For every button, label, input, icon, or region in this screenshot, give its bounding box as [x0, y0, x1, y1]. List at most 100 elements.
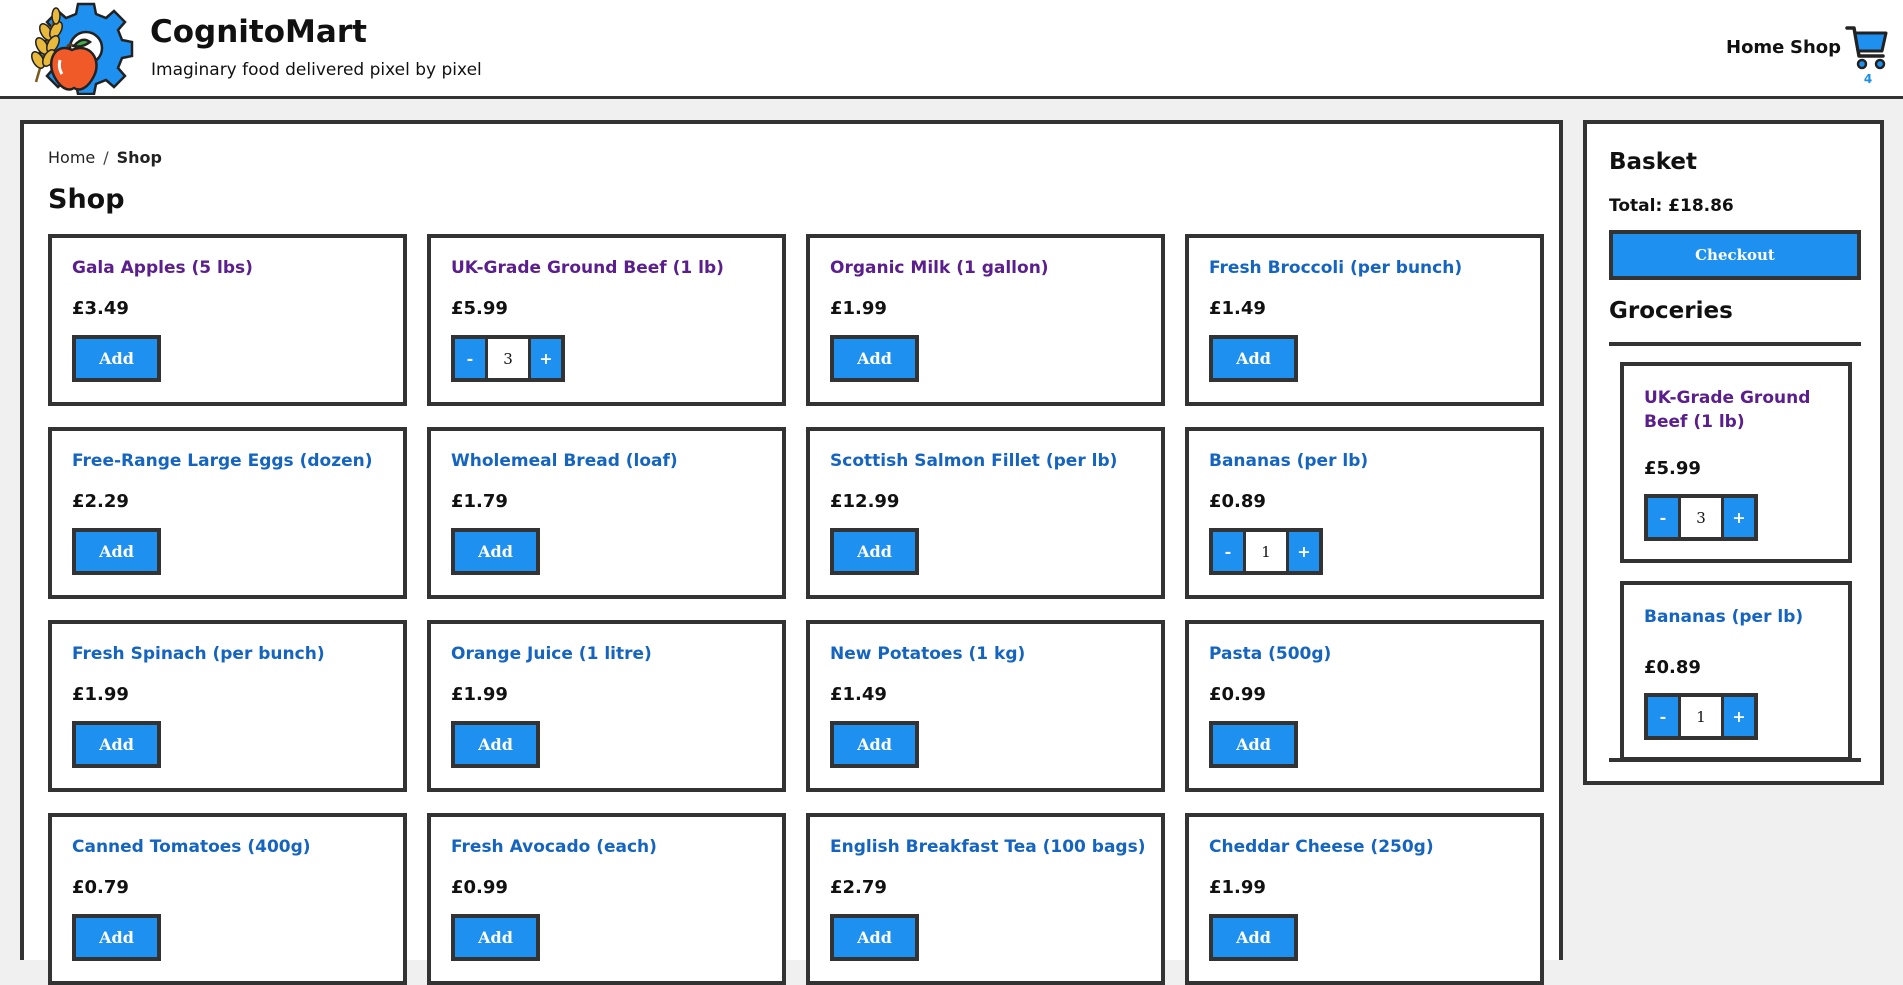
quantity-stepper: -3 +	[451, 335, 565, 382]
product-name-link[interactable]: English Breakfast Tea (100 bags)	[830, 837, 1146, 857]
breadcrumb: Home / Shop	[48, 148, 162, 167]
cart-count-badge: 4	[1863, 72, 1873, 86]
add-to-basket-button[interactable]: Add	[1209, 335, 1298, 382]
product-name-link[interactable]: Orange Juice (1 litre)	[451, 644, 652, 664]
product-card: New Potatoes (1 kg) £1.49 Add	[806, 620, 1165, 792]
add-to-basket-button[interactable]: Add	[72, 528, 161, 575]
product-price: £0.99	[1209, 684, 1266, 705]
quantity-stepper: -3 +	[1644, 494, 1758, 541]
product-name-link[interactable]: Canned Tomatoes (400g)	[72, 837, 311, 857]
product-card: Wholemeal Bread (loaf) £1.79 Add	[427, 427, 786, 599]
cart-icon[interactable]	[1845, 24, 1889, 70]
product-name-link[interactable]: Fresh Spinach (per bunch)	[72, 644, 325, 664]
product-name-link[interactable]: Gala Apples (5 lbs)	[72, 258, 253, 278]
product-name-link[interactable]: Fresh Avocado (each)	[451, 837, 657, 857]
product-card: Pasta (500g) £0.99 Add	[1185, 620, 1544, 792]
product-price: £1.49	[830, 684, 887, 705]
product-price: £3.49	[72, 298, 129, 319]
product-name-link[interactable]: Bananas (per lb)	[1209, 451, 1368, 471]
basket-title: Basket	[1609, 149, 1698, 175]
add-to-basket-button[interactable]: Add	[451, 914, 540, 961]
quantity-stepper: -1 +	[1209, 528, 1323, 575]
add-to-basket-button[interactable]: Add	[72, 335, 161, 382]
product-price: £1.99	[1209, 877, 1266, 898]
breadcrumb-current: Shop	[116, 148, 162, 167]
brand-title[interactable]: CognitoMart	[150, 14, 367, 50]
product-price: £1.99	[830, 298, 887, 319]
product-card: Bananas (per lb) £0.89 -1 +	[1185, 427, 1544, 599]
product-price: £1.99	[72, 684, 129, 705]
product-price: £12.99	[830, 491, 900, 512]
decrement-button[interactable]: -	[455, 339, 485, 378]
page-title: Shop	[48, 184, 125, 215]
product-name-link[interactable]: UK-Grade Ground Beef (1 lb)	[451, 258, 724, 278]
groceries-title: Groceries	[1609, 298, 1733, 324]
product-grid: Gala Apples (5 lbs) £3.49 Add UK-Grade Grou…	[48, 234, 1544, 985]
basket-item-name-link[interactable]: UK-Grade Ground Beef (1 lb)	[1644, 386, 1834, 434]
breadcrumb-separator: /	[103, 148, 109, 167]
product-name-link[interactable]: Fresh Broccoli (per bunch)	[1209, 258, 1462, 278]
basket-item-name-link[interactable]: Bananas (per lb)	[1644, 605, 1834, 629]
product-name-link[interactable]: Wholemeal Bread (loaf)	[451, 451, 678, 471]
add-to-basket-button[interactable]: Add	[830, 721, 919, 768]
groceries-divider	[1609, 758, 1861, 762]
product-price: £0.79	[72, 877, 129, 898]
nav-home-link[interactable]: Home	[1726, 37, 1784, 58]
product-price: £1.99	[451, 684, 508, 705]
basket-item: UK-Grade Ground Beef (1 lb) £5.99 -3 +	[1620, 362, 1852, 563]
product-price: £1.79	[451, 491, 508, 512]
product-card: Fresh Broccoli (per bunch) £1.49 Add	[1185, 234, 1544, 406]
add-to-basket-button[interactable]: Add	[830, 528, 919, 575]
quantity-value: 3	[485, 339, 531, 378]
product-name-link[interactable]: Cheddar Cheese (250g)	[1209, 837, 1434, 857]
product-name-link[interactable]: Organic Milk (1 gallon)	[830, 258, 1049, 278]
site-header: CognitoMart Imaginary food delivered pix…	[0, 0, 1903, 99]
checkout-button[interactable]: Checkout	[1609, 230, 1861, 280]
increment-button[interactable]: +	[1289, 532, 1319, 571]
product-name-link[interactable]: Free-Range Large Eggs (dozen)	[72, 451, 373, 471]
increment-button[interactable]: +	[1724, 498, 1754, 537]
product-card: Free-Range Large Eggs (dozen) £2.29 Add	[48, 427, 407, 599]
product-card: English Breakfast Tea (100 bags) £2.79 Add	[806, 813, 1165, 985]
groceries-divider	[1609, 342, 1861, 346]
basket-total: Total: £18.86	[1609, 196, 1734, 216]
brand-tagline: Imaginary food delivered pixel by pixel	[151, 60, 482, 80]
product-price: £2.29	[72, 491, 129, 512]
nav-shop-link[interactable]: Shop	[1790, 37, 1841, 58]
add-to-basket-button[interactable]: Add	[1209, 914, 1298, 961]
product-name-link[interactable]: New Potatoes (1 kg)	[830, 644, 1025, 664]
breadcrumb-home-link[interactable]: Home	[48, 148, 95, 167]
decrement-button[interactable]: -	[1648, 498, 1678, 537]
add-to-basket-button[interactable]: Add	[451, 721, 540, 768]
product-price: £0.99	[451, 877, 508, 898]
quantity-value: 3	[1678, 498, 1724, 537]
product-card: Cheddar Cheese (250g) £1.99 Add	[1185, 813, 1544, 985]
product-name-link[interactable]: Pasta (500g)	[1209, 644, 1331, 664]
increment-button[interactable]: +	[531, 339, 561, 378]
increment-button[interactable]: +	[1724, 697, 1754, 736]
product-price: £2.79	[830, 877, 887, 898]
product-card: Organic Milk (1 gallon) £1.99 Add	[806, 234, 1165, 406]
product-name-link[interactable]: Scottish Salmon Fillet (per lb)	[830, 451, 1117, 471]
product-card: UK-Grade Ground Beef (1 lb) £5.99 -3 +	[427, 234, 786, 406]
decrement-button[interactable]: -	[1648, 697, 1678, 736]
add-to-basket-button[interactable]: Add	[1209, 721, 1298, 768]
product-card: Orange Juice (1 litre) £1.99 Add	[427, 620, 786, 792]
add-to-basket-button[interactable]: Add	[451, 528, 540, 575]
logo-icon[interactable]	[16, 2, 141, 95]
product-card: Canned Tomatoes (400g) £0.79 Add	[48, 813, 407, 985]
shop-panel: Home / Shop Shop Gala Apples (5 lbs) £3.49 A…	[20, 120, 1563, 985]
add-to-basket-button[interactable]: Add	[72, 721, 161, 768]
product-price: £0.89	[1209, 491, 1266, 512]
product-card: Gala Apples (5 lbs) £3.49 Add	[48, 234, 407, 406]
basket-item: Bananas (per lb) £0.89 -1 +	[1620, 581, 1852, 761]
add-to-basket-button[interactable]: Add	[72, 914, 161, 961]
basket-item-price: £0.89	[1644, 657, 1701, 678]
decrement-button[interactable]: -	[1213, 532, 1243, 571]
quantity-value: 1	[1243, 532, 1289, 571]
product-card: Fresh Spinach (per bunch) £1.99 Add	[48, 620, 407, 792]
product-price: £5.99	[451, 298, 508, 319]
quantity-stepper: -1 +	[1644, 693, 1758, 740]
add-to-basket-button[interactable]: Add	[830, 335, 919, 382]
add-to-basket-button[interactable]: Add	[830, 914, 919, 961]
